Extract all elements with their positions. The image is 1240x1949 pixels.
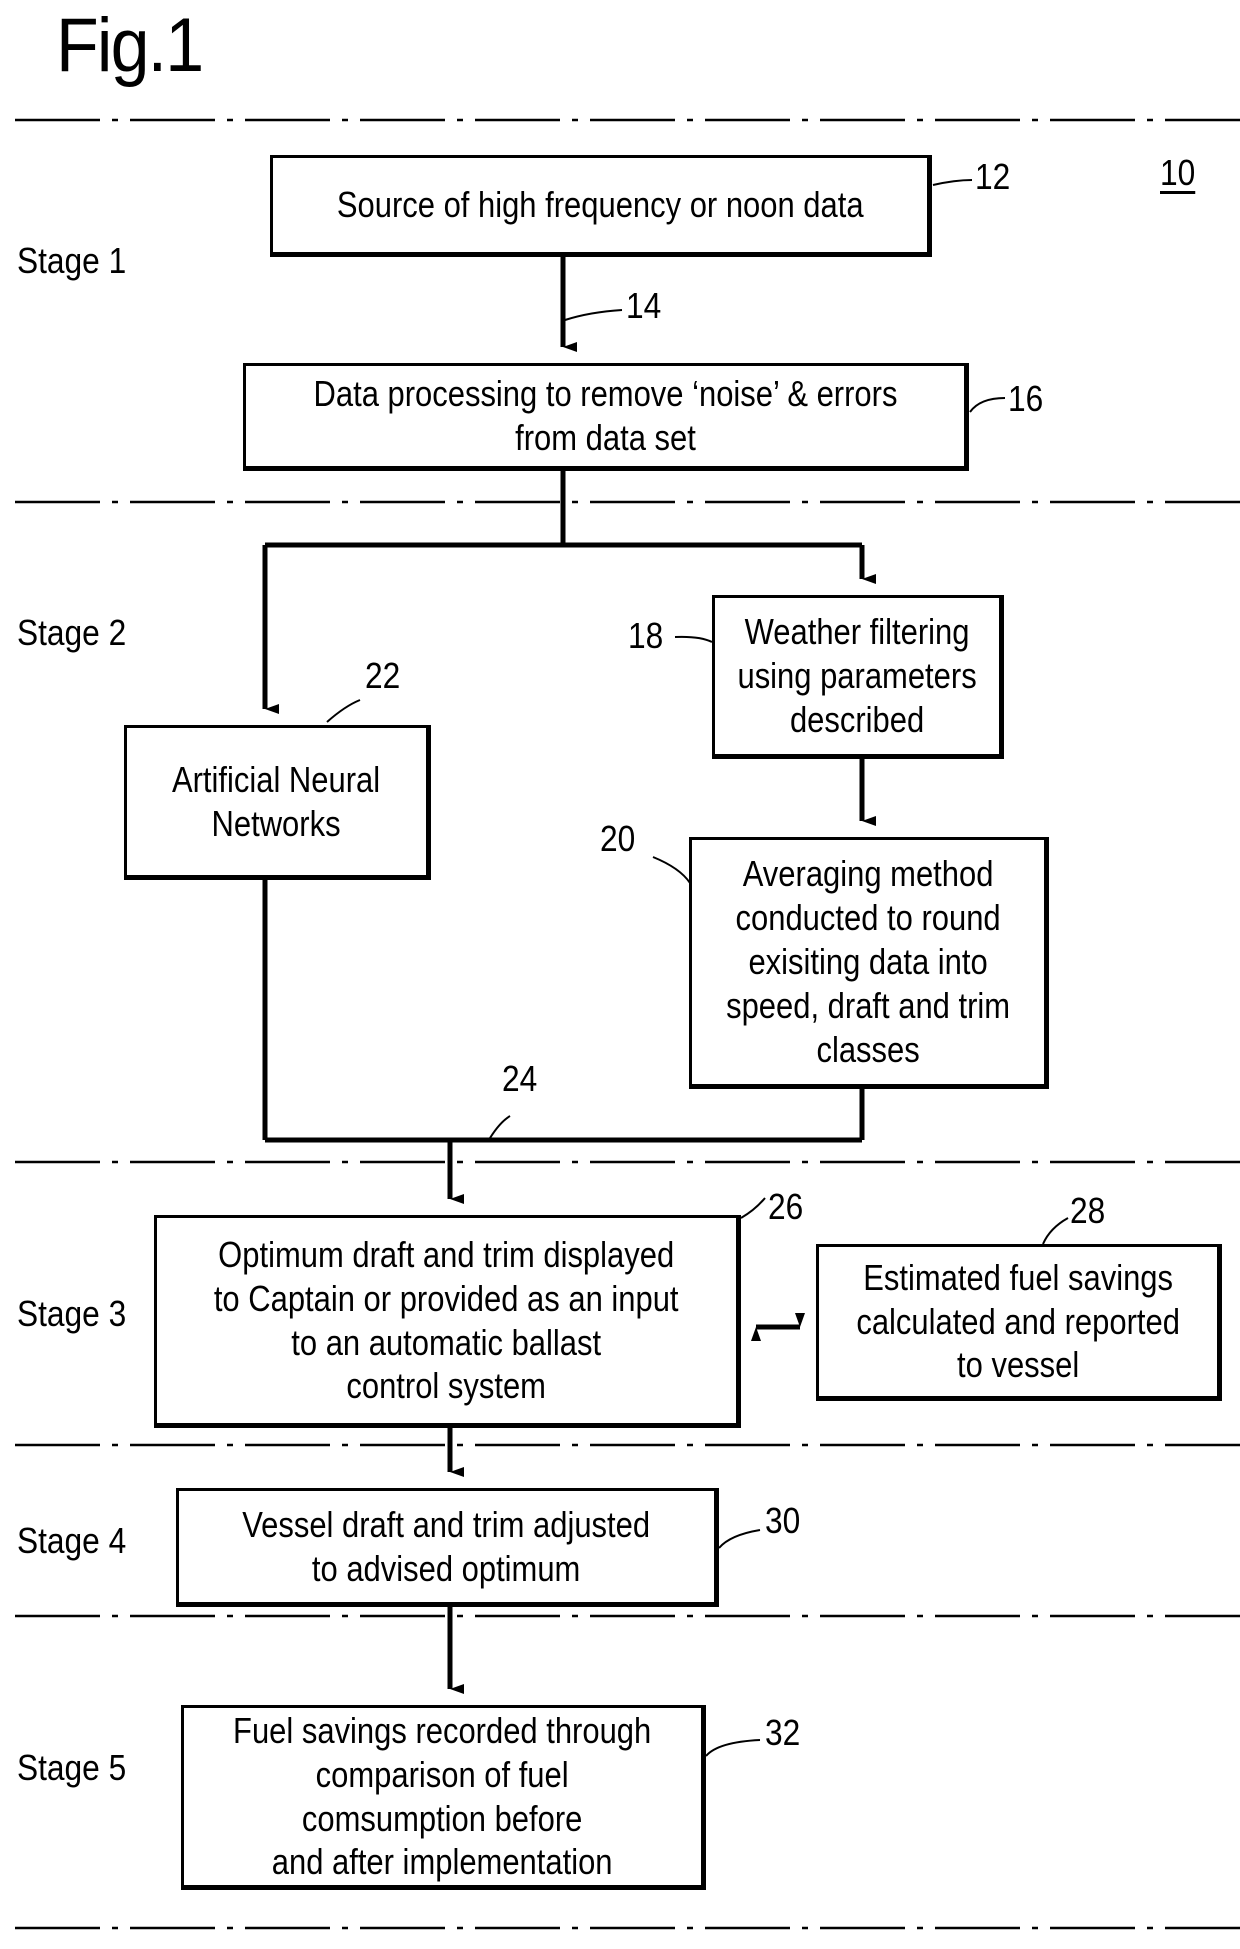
adjusted-draft-box: Vessel draft and trim adjusted to advise… (176, 1488, 719, 1607)
fuel-savings-recorded-text: Fuel savings recorded through comparison… (233, 1709, 652, 1883)
stage-2-label: Stage 2 (17, 612, 127, 653)
stage-1-label: Stage 1 (17, 240, 127, 281)
averaging-method-box: Averaging method conducted to round exis… (689, 837, 1049, 1089)
source-data-text: Source of high frequency or noon data (336, 184, 864, 226)
ref-12: 12 (975, 156, 1011, 197)
stage-5-label: Stage 5 (17, 1747, 127, 1788)
stage-4-label: Stage 4 (17, 1520, 127, 1561)
ref-30: 30 (765, 1500, 801, 1541)
leader-30 (718, 1529, 761, 1549)
data-processing-box: Data processing to remove ‘noise’ & erro… (243, 363, 969, 471)
fuel-savings-recorded-box: Fuel savings recorded through comparison… (181, 1705, 706, 1890)
averaging-method-text: Averaging method conducted to round exis… (726, 853, 1010, 1070)
optimum-draft-box: Optimum draft and trim displayed to Capt… (154, 1215, 741, 1428)
leader-32 (705, 1739, 761, 1757)
ref-32: 32 (765, 1712, 801, 1753)
leader-12 (932, 179, 973, 186)
leader-18 (674, 635, 713, 643)
leader-28 (1042, 1217, 1069, 1245)
ref-20: 20 (600, 818, 636, 859)
leader-14 (564, 309, 623, 321)
weather-filtering-box: Weather filtering using parameters descr… (712, 595, 1004, 759)
leader-20 (652, 856, 691, 884)
diagram-lines (15, 118, 1240, 1930)
adjusted-draft-text: Vessel draft and trim adjusted to advise… (242, 1503, 651, 1589)
optimum-draft-text: Optimum draft and trim displayed to Capt… (214, 1233, 679, 1407)
leader-24 (489, 1115, 511, 1139)
stage-3-label: Stage 3 (17, 1293, 127, 1334)
estimated-savings-text: Estimated fuel savings calculated and re… (856, 1256, 1180, 1386)
ref-18: 18 (628, 615, 664, 656)
ann-box: Artificial Neural Networks (124, 725, 431, 880)
ref-24: 24 (502, 1058, 538, 1099)
ref-22: 22 (365, 655, 401, 696)
ref-28: 28 (1070, 1190, 1106, 1231)
data-processing-text: Data processing to remove ‘noise’ & erro… (313, 373, 897, 458)
leader-26 (740, 1197, 766, 1219)
ann-text: Artificial Neural Networks (172, 758, 381, 844)
leader-16 (969, 397, 1006, 413)
source-data-box: Source of high frequency or noon data (270, 155, 932, 257)
leader-22 (326, 699, 361, 723)
ref-26: 26 (768, 1186, 804, 1227)
ref-14: 14 (626, 285, 662, 326)
weather-filtering-text: Weather filtering using parameters descr… (737, 611, 977, 740)
ref-16: 16 (1008, 378, 1044, 419)
estimated-savings-box: Estimated fuel savings calculated and re… (816, 1244, 1222, 1401)
